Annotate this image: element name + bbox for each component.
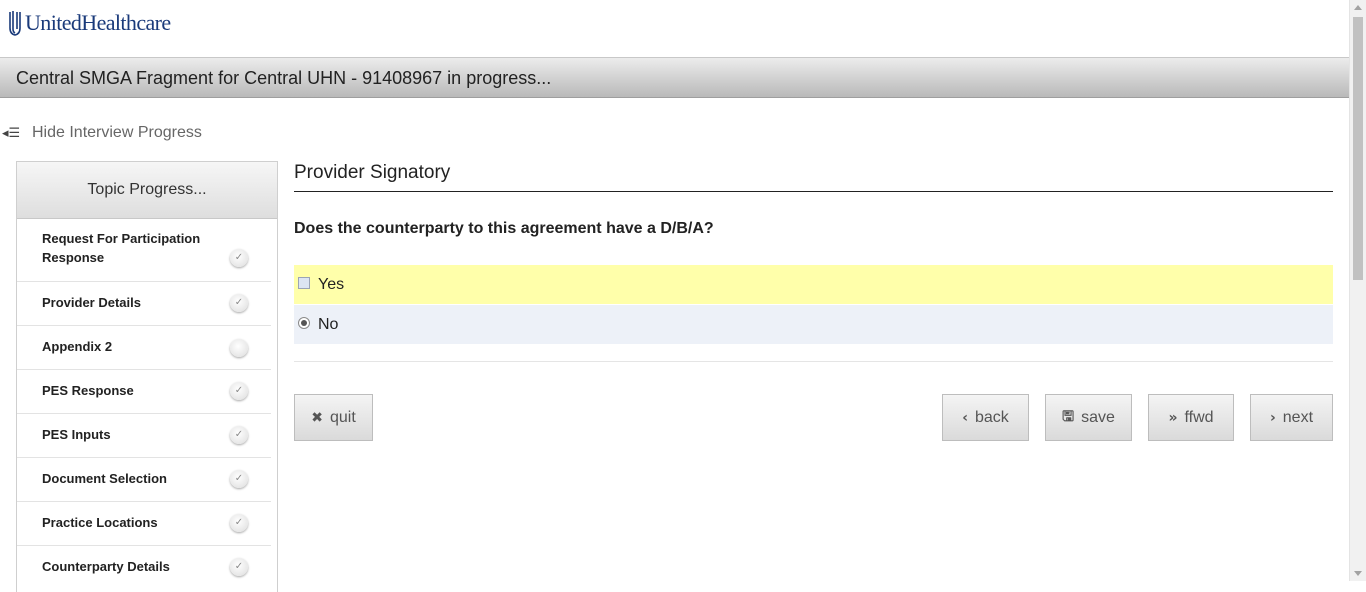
complete-check-icon: ✓ — [230, 294, 248, 312]
quit-button-label: quit — [329, 408, 356, 426]
topic-item-label: Document Selection — [42, 471, 167, 486]
complete-check-icon: ✓ — [230, 249, 248, 267]
next-button[interactable]: › next — [1250, 394, 1333, 441]
topic-progress-panel: Topic Progress... Request For Participat… — [16, 161, 278, 592]
topic-item-counterparty-details[interactable]: Counterparty Details ✓ — [17, 546, 271, 589]
close-icon: ✖ — [311, 409, 323, 426]
save-button-label: save — [1081, 408, 1115, 426]
topic-item-label: PES Inputs — [42, 427, 111, 442]
back-button-label: back — [974, 408, 1009, 426]
topic-item-label: Practice Locations — [42, 515, 158, 530]
option-no[interactable]: No — [294, 305, 1333, 344]
topic-item-provider-details[interactable]: Provider Details ✓ — [17, 282, 271, 326]
hide-interview-progress-label: Hide Interview Progress — [32, 124, 202, 141]
topic-item-label: Appendix 2 — [42, 339, 113, 354]
complete-check-icon: ✓ — [230, 470, 248, 488]
incomplete-status-icon — [230, 339, 248, 357]
save-icon: 🖫 — [1062, 408, 1075, 425]
topic-item-pes-inputs[interactable]: PES Inputs ✓ — [17, 414, 271, 458]
scroll-down-arrow-icon[interactable] — [1354, 571, 1362, 576]
ffwd-button-label: ffwd — [1184, 408, 1214, 426]
topic-item-pes-response[interactable]: PES Response ✓ — [17, 370, 271, 414]
topic-item-appendix-2[interactable]: Appendix 2 — [17, 326, 271, 370]
brand-logo[interactable]: UnitedHealthcare — [8, 9, 171, 37]
double-chevron-right-icon: » — [1168, 409, 1178, 426]
chevron-right-icon: › — [1269, 409, 1276, 426]
topic-item-label: Provider Details — [42, 295, 141, 310]
complete-check-icon: ✓ — [230, 382, 248, 400]
topic-item-request-for-participation-response[interactable]: Request For Participation Response ✓ — [17, 219, 271, 282]
complete-check-icon: ✓ — [230, 514, 248, 532]
brand-logo-icon — [9, 11, 21, 36]
quit-button[interactable]: ✖ quit — [294, 394, 373, 441]
next-button-label: next — [1282, 408, 1314, 426]
topic-item-label: Counterparty Details — [42, 559, 170, 574]
complete-check-icon: ✓ — [230, 426, 248, 444]
topic-item-label: PES Response — [42, 383, 134, 398]
topic-item-document-selection[interactable]: Document Selection ✓ — [17, 458, 271, 502]
brand-name: UnitedHealthcare — [25, 10, 171, 35]
site-header: UnitedHealthcare — [0, 0, 1349, 58]
options-divider — [294, 361, 1333, 362]
section-divider — [294, 191, 1333, 192]
topic-item-practice-locations[interactable]: Practice Locations ✓ — [17, 502, 271, 546]
back-button[interactable]: ‹ back — [942, 394, 1029, 441]
topic-item-label: Request For Participation Response — [42, 231, 201, 265]
ffwd-button[interactable]: » ffwd — [1148, 394, 1234, 441]
question-text: Does the counterparty to this agreement … — [294, 220, 714, 237]
option-no-label: No — [318, 316, 339, 333]
complete-check-icon: ✓ — [230, 558, 248, 576]
scroll-up-arrow-icon[interactable] — [1354, 5, 1362, 10]
topic-progress-heading: Topic Progress... — [17, 162, 277, 219]
title-bar: Central SMGA Fragment for Central UHN - … — [0, 58, 1349, 98]
yes-radio[interactable] — [298, 277, 310, 289]
chevron-left-icon: ‹ — [962, 409, 968, 426]
hide-interview-progress-toggle[interactable]: ◂☰ Hide Interview Progress — [0, 124, 202, 142]
no-radio[interactable] — [298, 317, 310, 329]
option-yes-label: Yes — [318, 276, 345, 293]
list-collapse-icon: ◂☰ — [2, 125, 21, 141]
page-scrollbar[interactable] — [1349, 0, 1366, 581]
scrollbar-thumb[interactable] — [1353, 17, 1363, 280]
section-title: Provider Signatory — [294, 162, 451, 183]
option-yes[interactable]: Yes — [294, 265, 1333, 304]
page-title: Central SMGA Fragment for Central UHN - … — [16, 68, 552, 88]
save-button[interactable]: 🖫 save — [1045, 394, 1132, 441]
